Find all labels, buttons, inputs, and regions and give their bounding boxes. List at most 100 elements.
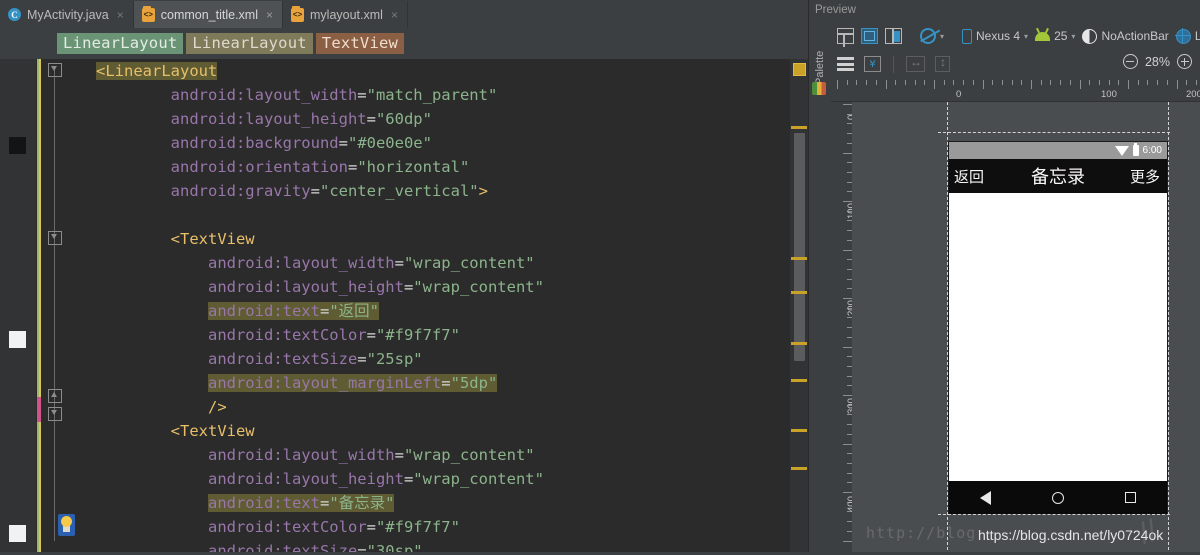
split-mode-button[interactable] bbox=[885, 28, 902, 44]
code-line[interactable]: android:textSize="25sp" bbox=[96, 347, 756, 371]
code-token: android:textSize bbox=[207, 350, 358, 368]
intention-bulb-icon[interactable] bbox=[58, 514, 75, 536]
editor-tab[interactable]: <> mylayout.xml × bbox=[283, 1, 408, 28]
fold-toggle-icon[interactable] bbox=[48, 63, 62, 77]
code-line[interactable]: android:textColor="#f9f7f7" bbox=[96, 323, 756, 347]
recent-square-icon[interactable] bbox=[1125, 492, 1137, 503]
editor-tab[interactable]: C MyActivity.java × bbox=[0, 1, 134, 28]
search-match-marker bbox=[791, 291, 807, 294]
editor-gutter[interactable] bbox=[0, 59, 36, 555]
horizontal-margins-button[interactable] bbox=[906, 55, 925, 72]
fold-toggle-icon[interactable] bbox=[48, 407, 62, 421]
bookmark-marker[interactable] bbox=[9, 137, 26, 154]
code-line[interactable]: android:layout_height="wrap_content" bbox=[96, 275, 756, 299]
code-token: = bbox=[403, 470, 414, 488]
design-canvas[interactable]: 6:00 返回 备忘录 更多 bbox=[852, 102, 1200, 555]
rotate-icon bbox=[917, 25, 939, 47]
code-line[interactable]: android:layout_marginLeft="5dp" bbox=[96, 371, 756, 395]
breadcrumb-item[interactable]: TextView bbox=[315, 33, 405, 54]
show-layout-decorations-button[interactable] bbox=[837, 57, 854, 71]
ruler-tick bbox=[843, 346, 852, 348]
code-line[interactable]: android:gravity="center_vertical"> bbox=[96, 179, 756, 203]
code-line[interactable]: android:layout_height="wrap_content" bbox=[96, 467, 756, 491]
code-token: "wrap_content" bbox=[413, 470, 544, 488]
close-icon[interactable]: × bbox=[266, 8, 273, 22]
ruler-tick bbox=[885, 80, 887, 89]
horizontal-margin-icon bbox=[906, 55, 925, 72]
code-line[interactable]: android:background="#0e0e0e" bbox=[96, 131, 756, 155]
code-line[interactable]: android:layout_width="wrap_content" bbox=[96, 443, 756, 467]
code-token: android:layout_width bbox=[207, 254, 395, 272]
locale-selector[interactable]: Lang bbox=[1175, 27, 1200, 44]
preview-panel-title: Preview bbox=[815, 4, 856, 16]
title-bar-more-text[interactable]: 更多 bbox=[1130, 166, 1160, 187]
ruler-tick bbox=[843, 443, 852, 445]
code-line[interactable]: /> bbox=[96, 395, 756, 419]
code-line[interactable] bbox=[96, 203, 756, 227]
theme-icon bbox=[1082, 28, 1098, 44]
ruler-tick bbox=[1060, 80, 1062, 85]
breadcrumb-item[interactable]: LinearLayout bbox=[57, 33, 184, 54]
editor-tab[interactable]: <> common_title.xml × bbox=[133, 1, 284, 28]
ruler-tick bbox=[1031, 80, 1032, 89]
ruler-tick bbox=[1147, 80, 1149, 85]
scrollbar-thumb[interactable] bbox=[794, 133, 805, 361]
ruler-tick bbox=[904, 80, 906, 85]
app-content-area[interactable] bbox=[949, 193, 1167, 481]
bookmark-marker[interactable] bbox=[9, 525, 26, 542]
fold-toggle-icon[interactable] bbox=[48, 231, 62, 245]
zoom-out-button[interactable] bbox=[1122, 54, 1138, 69]
code-line[interactable]: android:layout_height="60dp" bbox=[96, 107, 756, 131]
selection-guide bbox=[1168, 102, 1169, 555]
code-folding-rail[interactable] bbox=[48, 59, 62, 555]
code-line[interactable]: <TextView bbox=[96, 227, 756, 251]
split-view-icon bbox=[885, 28, 902, 44]
code-line[interactable]: android:layout_width="wrap_content" bbox=[96, 251, 756, 275]
ruler-tick bbox=[866, 80, 868, 85]
analysis-status-marker[interactable] bbox=[793, 63, 806, 76]
android-studio-window: C MyActivity.java × <> common_title.xml × <> my… bbox=[0, 0, 1200, 555]
code-line[interactable]: android:orientation="horizontal" bbox=[96, 155, 756, 179]
design-mode-button[interactable] bbox=[837, 28, 854, 47]
code-token: android:layout_marginLeft bbox=[207, 374, 442, 392]
chevron-down-icon: ▾ bbox=[940, 31, 945, 41]
code-token: android:text bbox=[207, 494, 320, 512]
breadcrumb-item[interactable]: LinearLayout bbox=[186, 33, 313, 54]
java-class-icon: C bbox=[8, 8, 21, 21]
zoom-in-button[interactable] bbox=[1177, 54, 1192, 69]
code-line[interactable]: android:layout_width="match_parent" bbox=[96, 83, 756, 107]
ruler-tick bbox=[846, 80, 848, 85]
back-triangle-icon[interactable] bbox=[979, 490, 991, 505]
close-icon[interactable]: × bbox=[117, 8, 124, 22]
code-line[interactable]: android:text="备忘录" bbox=[96, 491, 756, 515]
device-selector[interactable]: Nexus 4 ▾ bbox=[962, 28, 1028, 44]
code-line[interactable]: android:textColor="#f9f7f7" bbox=[96, 515, 756, 539]
bookmark-marker[interactable] bbox=[9, 331, 26, 348]
ruler-tick bbox=[837, 80, 838, 89]
baseline-toggle-button[interactable]: ¥ bbox=[864, 56, 881, 72]
code-text[interactable]: <LinearLayout android:layout_width="matc… bbox=[96, 59, 756, 555]
vertical-margins-button[interactable] bbox=[935, 55, 950, 72]
theme-selector[interactable]: NoActionBar bbox=[1082, 28, 1169, 44]
fold-toggle-icon[interactable] bbox=[48, 389, 62, 403]
close-icon[interactable]: × bbox=[391, 8, 398, 22]
code-line[interactable]: <TextView bbox=[96, 419, 756, 443]
palette-tool-strip[interactable]: Palette bbox=[809, 22, 829, 555]
title-bar-back-text[interactable]: 返回 bbox=[954, 166, 984, 187]
orientation-button[interactable]: ▾ bbox=[917, 25, 945, 47]
code-line[interactable]: android:text="返回" bbox=[96, 299, 756, 323]
editor-scrollbar[interactable] bbox=[790, 59, 808, 555]
device-preview[interactable]: 6:00 返回 备忘录 更多 bbox=[948, 141, 1168, 514]
blueprint-mode-button[interactable] bbox=[861, 28, 878, 44]
app-title-bar[interactable]: 返回 备忘录 更多 bbox=[949, 159, 1167, 193]
code-line[interactable]: <LinearLayout bbox=[96, 59, 756, 83]
selection-guide bbox=[938, 514, 1170, 515]
code-token: /> bbox=[207, 398, 227, 416]
home-circle-icon[interactable] bbox=[1051, 491, 1064, 504]
api-level-selector[interactable]: 25 ▾ bbox=[1035, 29, 1075, 43]
